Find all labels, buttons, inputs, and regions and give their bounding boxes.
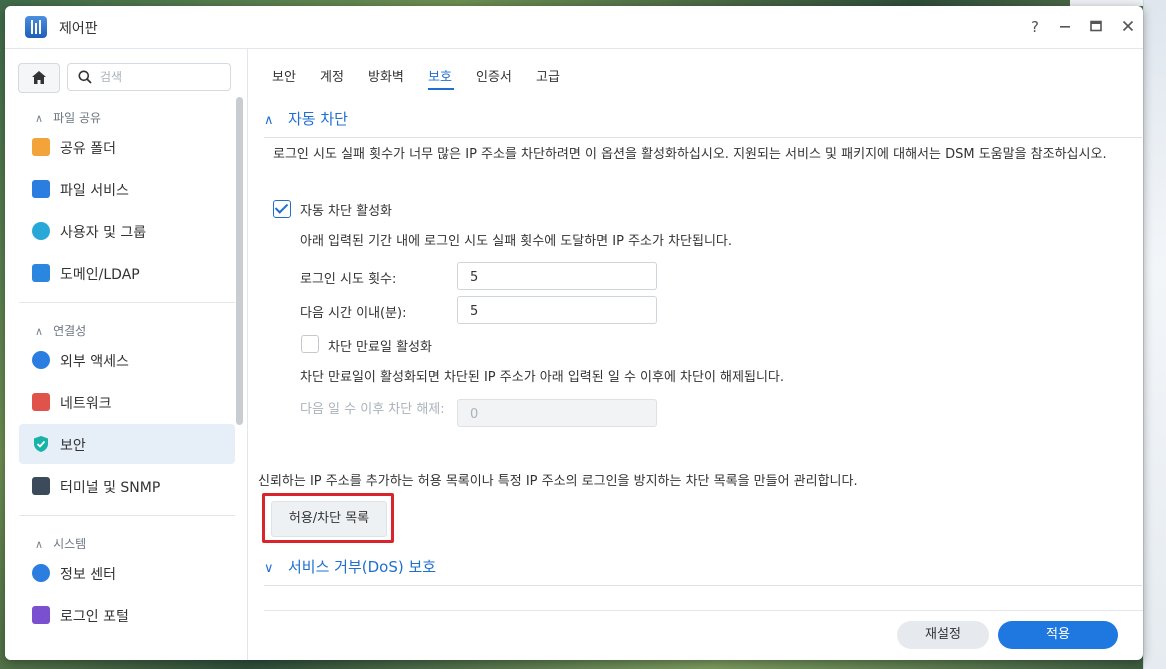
section-divider: [264, 585, 1142, 586]
within-minutes-field[interactable]: [457, 296, 657, 324]
chevron-down-icon: ∨: [264, 561, 274, 576]
tab-advanced[interactable]: 고급: [536, 66, 560, 85]
section-system[interactable]: ∧ 시스템: [35, 535, 86, 552]
search-input[interactable]: [98, 67, 227, 87]
login-attempts-field[interactable]: [457, 262, 657, 290]
desktop-widget-strip: [1143, 0, 1166, 669]
sidebar-item-file-services[interactable]: 파일 서비스: [19, 169, 235, 209]
login-portal-icon: [32, 606, 50, 624]
auto-block-enable-label: 자동 차단 활성화: [300, 204, 392, 219]
terminal-icon: [32, 477, 50, 495]
protection-content: ∧ 자동 차단 로그인 시도 실패 횟수가 너무 많은 IP 주소를 차단하려면 …: [248, 91, 1143, 611]
sidebar: ∧파일 공유 공유 폴더 파일 서비스 사용자 및 그룹 도메인/LDAP ∧연…: [5, 49, 248, 660]
block-expiration-note: 차단 만료일이 활성화되면 차단된 IP 주소가 아래 입력된 일 수 이후에 …: [300, 370, 784, 385]
chevron-up-icon: ∧: [35, 112, 44, 125]
sidebar-item-info-center[interactable]: 정보 센터: [19, 553, 235, 593]
login-attempts-label: 로그인 시도 횟수:: [300, 272, 397, 287]
unblock-days-field[interactable]: [457, 399, 657, 427]
control-panel-app-icon: [25, 16, 47, 38]
sidebar-item-login-portal[interactable]: 로그인 포털: [19, 595, 235, 635]
sidebar-divider: [19, 515, 235, 516]
search-box[interactable]: [67, 63, 231, 91]
sidebar-item-network[interactable]: 네트워크: [19, 382, 235, 422]
section-file-sharing[interactable]: ∧ 파일 공유: [35, 109, 101, 126]
section-divider: [264, 137, 1142, 138]
highlight-box: [262, 493, 394, 543]
tab-firewall[interactable]: 방화벽: [368, 66, 404, 85]
sidebar-divider: [19, 302, 235, 303]
tab-account[interactable]: 계정: [320, 66, 344, 85]
unblock-days-input[interactable]: [468, 404, 652, 424]
domain-icon: [32, 264, 50, 282]
sidebar-item-security[interactable]: 보안: [19, 424, 235, 464]
dos-protection-header[interactable]: ∨ 서비스 거부(DoS) 보호: [264, 556, 436, 577]
external-access-icon: [32, 351, 50, 369]
within-minutes-input[interactable]: [468, 301, 652, 321]
allow-block-description: 신뢰하는 IP 주소를 추가하는 허용 목록이나 특정 IP 주소의 로그인을 …: [258, 474, 858, 489]
reset-button[interactable]: 재설정: [897, 621, 989, 649]
tab-protection[interactable]: 보호: [428, 66, 452, 85]
close-icon[interactable]: [1118, 17, 1138, 37]
auto-block-period-note: 아래 입력된 기간 내에 로그인 시도 실패 횟수에 도달하면 IP 주소가 차…: [300, 234, 733, 249]
active-tab-indicator: [428, 88, 454, 90]
block-expiration-label: 차단 만료일 활성화: [328, 340, 432, 355]
home-button[interactable]: [18, 63, 60, 93]
sidebar-item-domain-ldap[interactable]: 도메인/LDAP: [19, 253, 235, 293]
tab-certificate[interactable]: 인증서: [476, 66, 512, 85]
title-bar: 제어판 ?: [5, 6, 1143, 49]
help-icon[interactable]: ?: [1025, 17, 1045, 37]
sidebar-item-shared-folder[interactable]: 공유 폴더: [19, 127, 235, 167]
minimize-icon[interactable]: [1055, 17, 1075, 37]
info-icon: [32, 564, 50, 582]
folder-icon: [32, 138, 50, 156]
within-minutes-label: 다음 시간 이내(분):: [300, 306, 407, 321]
tab-security[interactable]: 보안: [272, 66, 296, 85]
chevron-up-icon: ∧: [35, 538, 44, 551]
chevron-up-icon: ∧: [35, 325, 44, 338]
sidebar-item-users-groups[interactable]: 사용자 및 그룹: [19, 211, 235, 251]
unblock-days-label: 다음 일 수 이후 차단 해제:: [300, 402, 445, 417]
control-panel-window: 제어판 ? ∧파일 공유: [5, 6, 1143, 660]
block-expiration-checkbox[interactable]: [301, 335, 319, 353]
chevron-up-icon: ∧: [264, 113, 274, 128]
footer-divider: [264, 610, 1143, 611]
file-services-icon: [32, 180, 50, 198]
network-icon: [32, 393, 50, 411]
sidebar-item-external-access[interactable]: 외부 액세스: [19, 340, 235, 380]
users-icon: [32, 222, 50, 240]
maximize-icon[interactable]: [1086, 17, 1106, 37]
auto-block-description: 로그인 시도 실패 횟수가 너무 많은 IP 주소를 차단하려면 이 옵션을 활…: [273, 147, 1107, 162]
apply-button[interactable]: 적용: [998, 621, 1118, 649]
shield-icon: [34, 436, 48, 452]
search-icon: [78, 70, 92, 84]
home-icon: [32, 71, 46, 84]
sidebar-item-terminal-snmp[interactable]: 터미널 및 SNMP: [19, 466, 235, 506]
auto-block-checkbox[interactable]: [273, 200, 291, 218]
sidebar-scrollbar[interactable]: [236, 97, 243, 425]
tab-bar: 보안 계정 방화벽 보호 인증서 고급: [248, 49, 1143, 91]
window-title: 제어판: [59, 21, 98, 37]
auto-block-header[interactable]: ∧ 자동 차단: [264, 108, 348, 129]
login-attempts-input[interactable]: [468, 267, 652, 287]
section-connectivity[interactable]: ∧ 연결성: [35, 322, 86, 339]
